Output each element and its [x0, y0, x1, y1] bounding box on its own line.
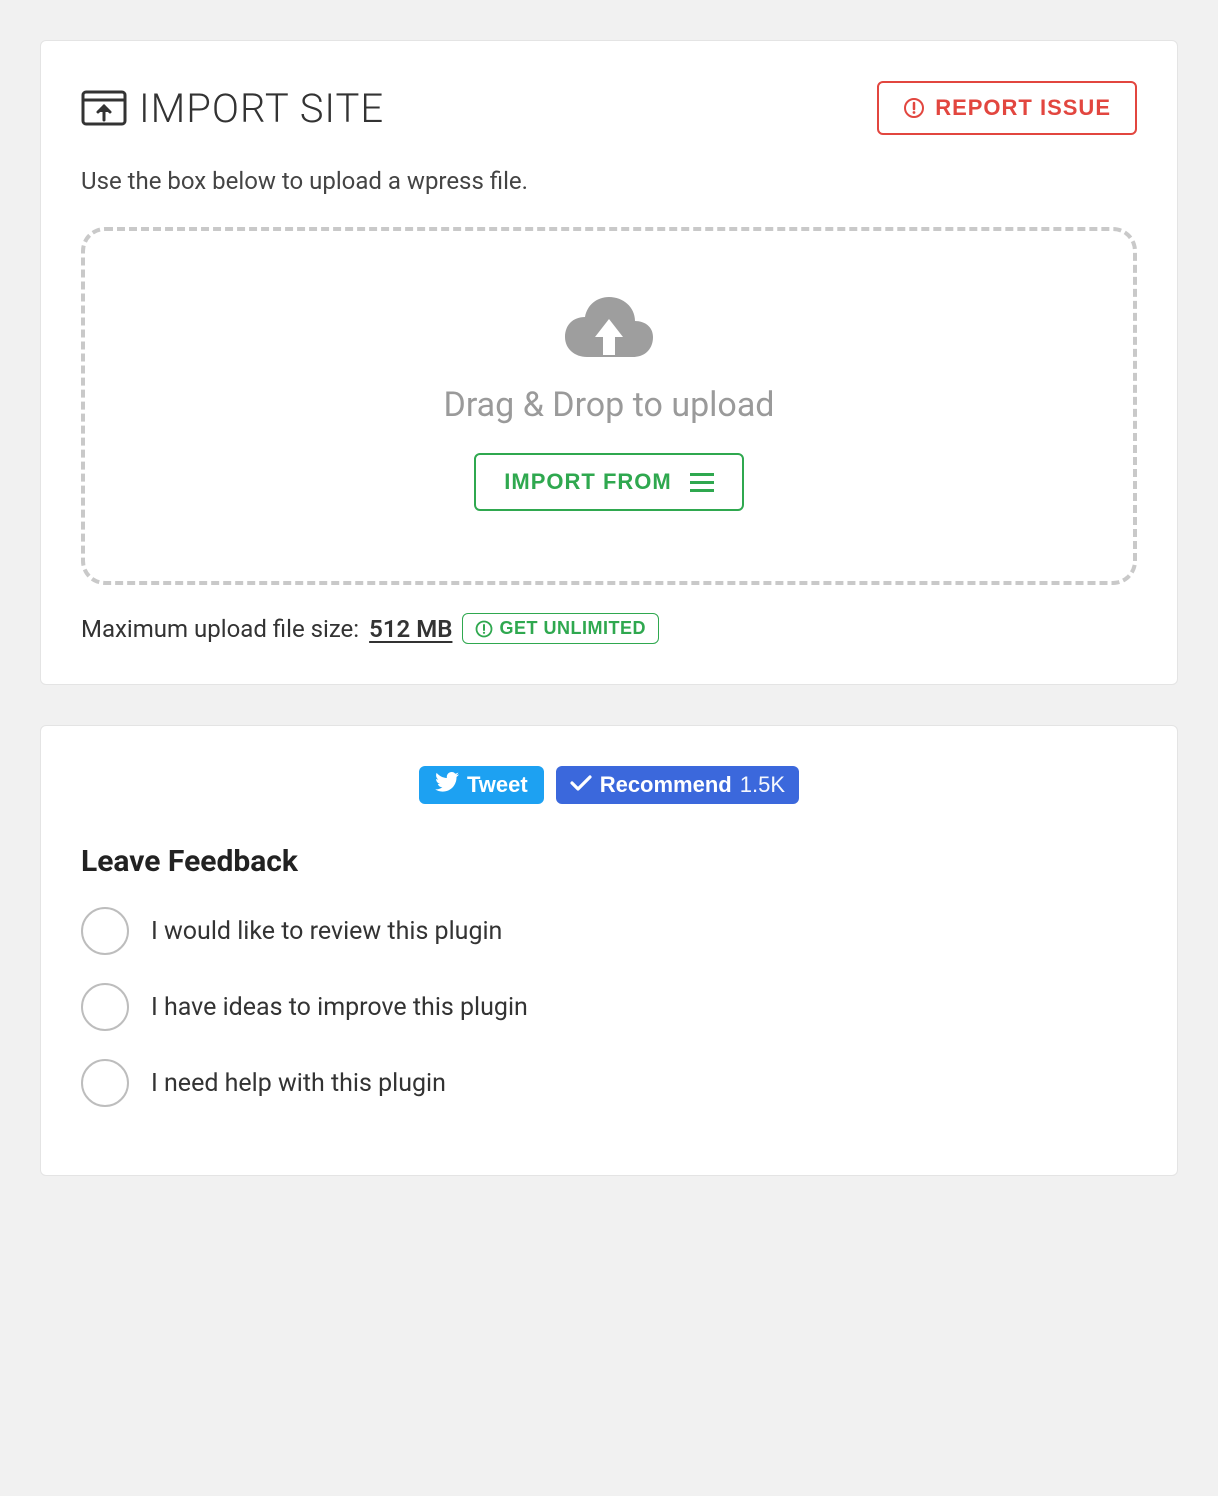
import-from-label: IMPORT FROM	[504, 469, 671, 495]
cloud-upload-icon	[105, 291, 1113, 367]
page-title: IMPORT SITE	[139, 85, 384, 132]
feedback-option-label: I have ideas to improve this plugin	[151, 993, 528, 1022]
recommend-count: 1.5K	[740, 772, 785, 798]
check-icon	[570, 772, 592, 798]
upload-dropzone[interactable]: Drag & Drop to upload IMPORT FROM	[81, 227, 1137, 585]
twitter-icon	[435, 772, 459, 798]
feedback-panel: Tweet Recommend 1.5K Leave Feedback I wo…	[40, 725, 1178, 1176]
dropzone-text: Drag & Drop to upload	[105, 385, 1113, 425]
feedback-option-label: I would like to review this plugin	[151, 917, 502, 946]
feedback-option-review[interactable]: I would like to review this plugin	[81, 907, 1137, 955]
report-issue-button[interactable]: REPORT ISSUE	[877, 81, 1137, 135]
feedback-option-ideas[interactable]: I have ideas to improve this plugin	[81, 983, 1137, 1031]
alert-icon	[903, 97, 925, 119]
info-icon	[475, 620, 493, 638]
max-size-label: Maximum upload file size:	[81, 615, 359, 643]
radio-icon	[81, 907, 129, 955]
radio-icon	[81, 983, 129, 1031]
get-unlimited-button[interactable]: GET UNLIMITED	[462, 613, 659, 644]
tweet-button[interactable]: Tweet	[419, 766, 544, 804]
import-panel: IMPORT SITE REPORT ISSUE Use the box bel…	[40, 40, 1178, 685]
max-upload-row: Maximum upload file size: 512 MB GET UNL…	[81, 613, 1137, 644]
max-size-value: 512 MB	[369, 615, 452, 643]
hamburger-icon	[690, 473, 714, 492]
tweet-label: Tweet	[467, 772, 528, 798]
feedback-option-label: I need help with this plugin	[151, 1069, 446, 1098]
report-issue-label: REPORT ISSUE	[935, 95, 1111, 121]
radio-icon	[81, 1059, 129, 1107]
feedback-option-help[interactable]: I need help with this plugin	[81, 1059, 1137, 1107]
import-from-button[interactable]: IMPORT FROM	[474, 453, 743, 511]
recommend-button[interactable]: Recommend 1.5K	[556, 766, 799, 804]
import-icon	[81, 88, 127, 128]
unlimited-label: GET UNLIMITED	[499, 618, 646, 639]
social-buttons-row: Tweet Recommend 1.5K	[81, 766, 1137, 804]
title-wrap: IMPORT SITE	[81, 85, 384, 132]
import-subtitle: Use the box below to upload a wpress fil…	[81, 167, 1137, 195]
feedback-title: Leave Feedback	[81, 844, 1137, 879]
recommend-label: Recommend	[600, 772, 732, 798]
import-panel-header: IMPORT SITE REPORT ISSUE	[81, 81, 1137, 135]
